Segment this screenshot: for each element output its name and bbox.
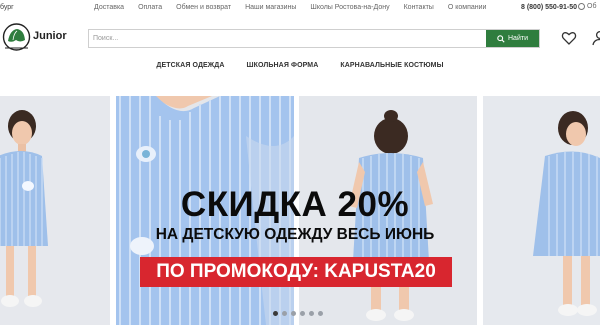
search-icon [497, 34, 505, 43]
promo-banner-slider[interactable]: СКИДКА 20% НА ДЕТСКУЮ ОДЕЖДУ ВЕСЬ ИЮНЬ П… [0, 96, 600, 327]
category-school-uniform[interactable]: ШКОЛЬНАЯ ФОРМА [246, 62, 318, 78]
callback-label: Об [587, 3, 597, 10]
top-nav: Доставка Оплата Обмен и возврат Наши маг… [94, 4, 500, 11]
top-nav-payment[interactable]: Оплата [138, 4, 162, 11]
city-selector[interactable]: бург [0, 4, 14, 11]
phone-number[interactable]: 8 (800) 550-91-50 [521, 4, 577, 11]
banner-photo-dress-closeup [116, 96, 294, 325]
slider-dot[interactable] [291, 311, 296, 316]
search-button-label: Найти [508, 35, 528, 42]
banner-photo-girl-side [483, 96, 600, 325]
account-icon[interactable] [592, 30, 600, 46]
girl-back-illustration [299, 96, 477, 325]
banner-photo-girl-back [299, 96, 477, 325]
category-carnival-costumes[interactable]: КАРНАВАЛЬНЫЕ КОСТЮМЫ [340, 62, 443, 78]
top-nav-stores[interactable]: Наши магазины [245, 4, 296, 11]
slider-dot[interactable] [309, 311, 314, 316]
slider-dots [273, 311, 327, 316]
girl-side-illustration [483, 96, 600, 325]
top-nav-contacts[interactable]: Контакты [404, 4, 434, 11]
slider-dot[interactable] [318, 311, 323, 316]
logo-brand: Junior [33, 30, 67, 42]
top-nav-schools[interactable]: Школы Ростова-на-Дону [310, 4, 389, 11]
banner-photo-girl-front [0, 96, 110, 325]
search-button[interactable]: Найти [486, 30, 539, 47]
top-nav-about[interactable]: О компании [448, 4, 487, 11]
slider-dot[interactable] [273, 311, 278, 316]
girl-photo-illustration [0, 96, 110, 325]
top-nav-returns[interactable]: Обмен и возврат [176, 4, 231, 11]
search-bar: Найти [88, 29, 540, 48]
category-kids-clothing[interactable]: ДЕТСКАЯ ОДЕЖДА [156, 62, 224, 78]
slider-dot[interactable] [282, 311, 287, 316]
callback-link[interactable]: Об [578, 3, 596, 10]
phone-icon [578, 3, 585, 10]
top-bar: бург Доставка Оплата Обмен и возврат Наш… [0, 0, 600, 16]
dress-closeup-illustration [116, 96, 294, 325]
category-nav: ДЕТСКАЯ ОДЕЖДА ШКОЛЬНАЯ ФОРМА КАРНАВАЛЬН… [0, 62, 600, 78]
cabbage-logo-icon [2, 23, 31, 51]
site-logo[interactable]: Junior [0, 20, 70, 56]
top-nav-delivery[interactable]: Доставка [94, 4, 124, 11]
slider-dot[interactable] [300, 311, 305, 316]
search-input[interactable] [89, 30, 487, 47]
favorites-heart-icon[interactable] [561, 30, 577, 46]
